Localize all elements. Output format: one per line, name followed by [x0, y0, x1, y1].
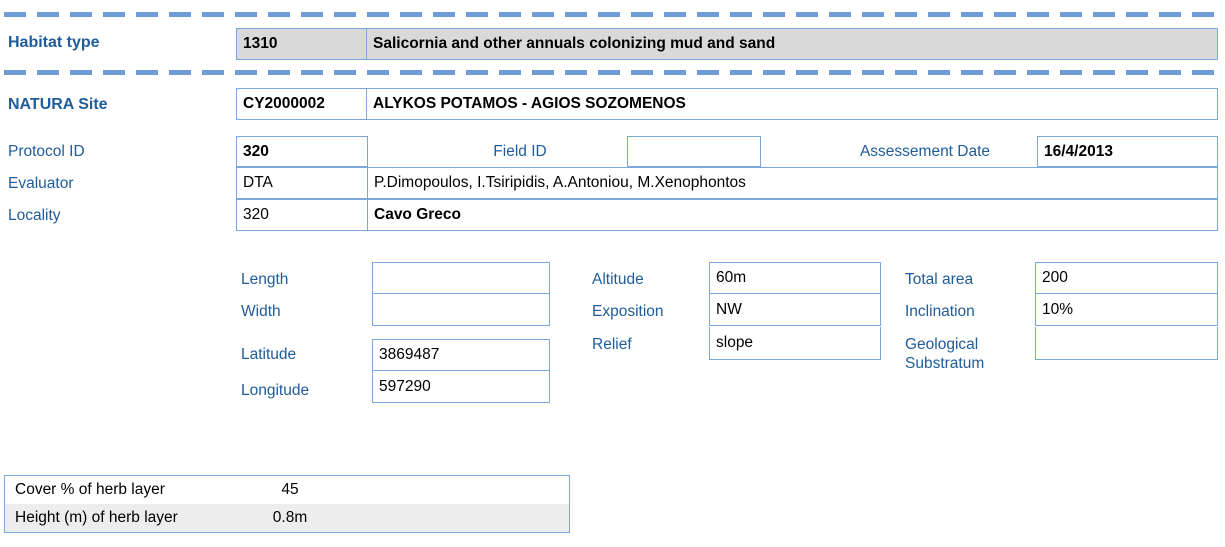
habitat-name-field[interactable]: Salicornia and other annuals colonizing … [367, 28, 1218, 60]
summary-key: Cover % of herb layer [15, 481, 165, 498]
latitude-label: Latitude [241, 346, 297, 363]
exposition-input[interactable]: NW [709, 294, 881, 326]
evaluator-label: Evaluator [8, 175, 74, 192]
herb-layer-summary-table: Cover % of herb layer 45 Height (m) of h… [4, 475, 570, 533]
assessment-date-field[interactable]: 16/4/2013 [1037, 136, 1218, 167]
relief-input[interactable]: slope [709, 327, 881, 360]
width-input[interactable] [372, 294, 550, 326]
locality-label: Locality [8, 207, 61, 224]
inclination-label: Inclination [905, 303, 975, 320]
table-row: Cover % of herb layer 45 [5, 476, 569, 504]
natura-name-field[interactable]: ALYKOS POTAMOS - AGIOS SOZOMENOS [367, 88, 1218, 120]
length-input[interactable] [372, 262, 550, 294]
altitude-label: Altitude [592, 271, 644, 288]
field-id-label: Field ID [493, 143, 547, 160]
summary-key: Height (m) of herb layer [15, 509, 178, 526]
exposition-label: Exposition [592, 303, 664, 320]
locality-name-field[interactable]: Cavo Greco [368, 199, 1218, 231]
total-area-input[interactable]: 200 [1035, 262, 1218, 294]
assessment-date-label: Assessement Date [859, 143, 991, 160]
geological-substratum-label: Geological Substratum [905, 335, 984, 374]
altitude-input[interactable]: 60m [709, 262, 881, 294]
evaluator-code-field[interactable]: DTA [236, 167, 368, 199]
summary-value: 0.8m [272, 509, 308, 526]
table-row: Height (m) of herb layer 0.8m [5, 504, 569, 532]
protocol-id-field[interactable]: 320 [236, 136, 368, 167]
natura-code-field[interactable]: CY2000002 [236, 88, 367, 120]
width-label: Width [241, 303, 281, 320]
evaluator-names-field[interactable]: P.Dimopoulos, I.Tsiripidis, A.Antoniou, … [368, 167, 1218, 199]
geological-substratum-label-line1: Geological [905, 336, 979, 353]
natura-site-label: NATURA Site [8, 96, 108, 113]
protocol-id-label: Protocol ID [8, 143, 85, 160]
locality-code-field[interactable]: 320 [236, 199, 368, 231]
length-label: Length [241, 271, 289, 288]
geological-substratum-input[interactable] [1035, 327, 1218, 360]
habitat-code-field[interactable]: 1310 [236, 28, 367, 60]
field-id-input[interactable] [627, 136, 761, 167]
relief-label: Relief [592, 336, 632, 353]
inclination-input[interactable]: 10% [1035, 294, 1218, 326]
dashed-separator-middle [4, 70, 1219, 75]
longitude-input[interactable]: 597290 [372, 371, 550, 403]
total-area-label: Total area [905, 271, 974, 288]
geological-substratum-label-line2: Substratum [905, 355, 985, 373]
dashed-separator-top [4, 12, 1219, 17]
longitude-label: Longitude [241, 382, 310, 399]
habitat-type-label: Habitat type [8, 34, 100, 51]
summary-value: 45 [281, 481, 299, 498]
latitude-input[interactable]: 3869487 [372, 339, 550, 371]
